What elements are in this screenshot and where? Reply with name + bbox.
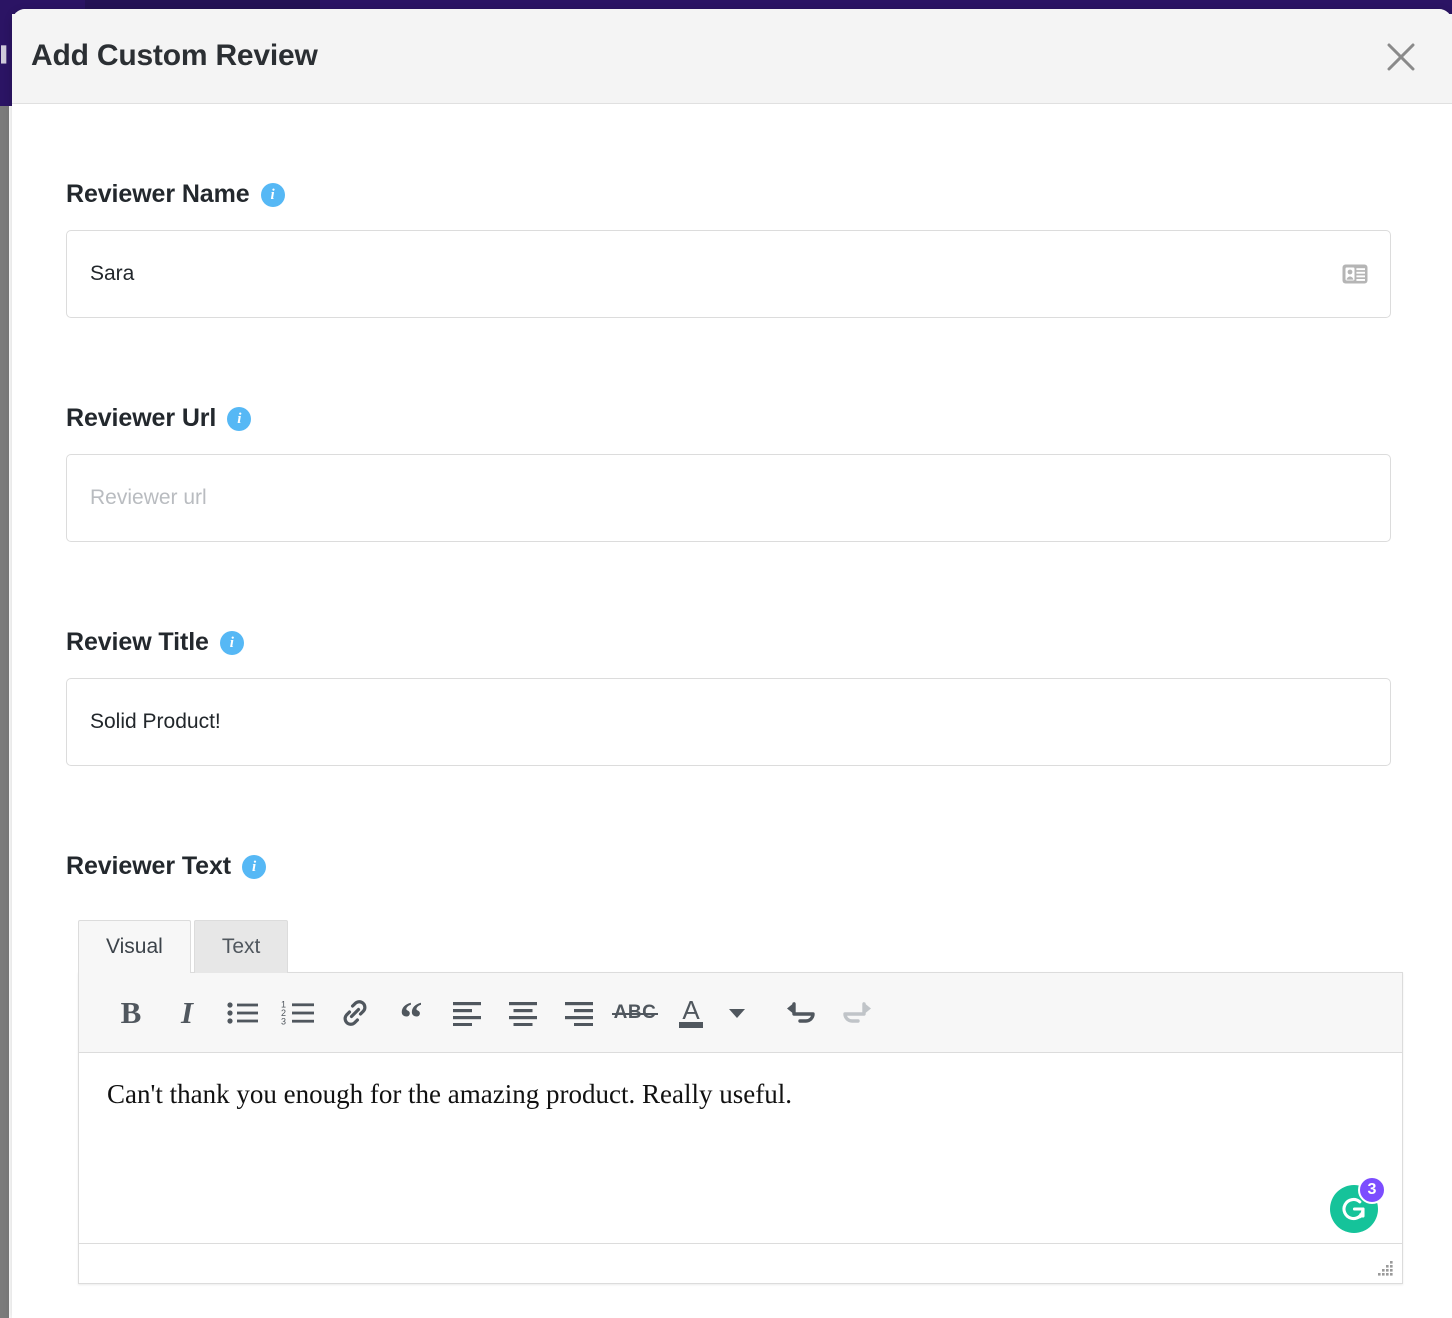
page-title: Add Custom Review	[31, 39, 318, 72]
editor-tab-list: Visual Text	[78, 917, 1403, 973]
undo-icon[interactable]	[773, 985, 829, 1041]
reviewer-name-label: Reviewer Name	[66, 180, 250, 208]
bold-icon[interactable]: B	[103, 985, 159, 1041]
info-icon[interactable]: i	[260, 182, 285, 207]
close-icon[interactable]	[1383, 39, 1419, 75]
align-center-icon[interactable]	[495, 985, 551, 1041]
editor-box: B I 1 2 3 “ ABC A Can't thank you enough…	[78, 972, 1403, 1284]
reviewer-url-input[interactable]: Reviewer url	[66, 454, 1391, 542]
bold-glyph: B	[120, 994, 142, 1030]
contact-card-icon[interactable]	[1341, 260, 1369, 288]
field-label: Reviewer Url i	[66, 404, 1391, 433]
review-title-value: Solid Product!	[90, 710, 221, 733]
modal-body: Reviewer Name i Sara Reviewer Url i Revi…	[12, 104, 1452, 1317]
review-title-label: Review Title	[66, 628, 209, 656]
editor-status-bar	[79, 1243, 1402, 1283]
reviewer-name-value: Sara	[90, 262, 135, 285]
redo-icon[interactable]	[829, 985, 885, 1041]
admin-sidebar-rail	[0, 106, 9, 1318]
field-label: Review Title i	[66, 628, 1391, 657]
screen: ▌ Add Custom Review Reviewer Name i Sara…	[0, 0, 1452, 1318]
resize-handle[interactable]	[1373, 1260, 1395, 1278]
field-label: Reviewer Name i	[66, 180, 1391, 209]
grammarly-button[interactable]: 3	[1330, 1176, 1386, 1233]
reviewer-url-label: Reviewer Url	[66, 404, 217, 432]
editor-toolbar: B I 1 2 3 “ ABC A	[79, 973, 1402, 1053]
field-label: Reviewer Text i	[66, 852, 1391, 881]
add-custom-review-modal: Add Custom Review Reviewer Name i Sara R…	[12, 9, 1452, 1318]
strikethrough-glyph: ABC	[611, 1001, 658, 1023]
review-title-input[interactable]: Solid Product!	[66, 678, 1391, 766]
info-icon[interactable]: i	[219, 630, 244, 655]
field-reviewer-text: Reviewer Text i	[66, 852, 1391, 881]
reviewer-text-label: Reviewer Text	[66, 852, 231, 880]
italic-glyph: I	[180, 994, 194, 1030]
field-reviewer-name: Reviewer Name i Sara	[66, 180, 1391, 318]
modal-header: Add Custom Review	[12, 9, 1452, 104]
strikethrough-icon[interactable]: ABC	[607, 985, 663, 1041]
sidebar-menu-glyph: ▌	[1, 46, 12, 63]
text-color-icon[interactable]: A	[663, 985, 719, 1041]
info-icon[interactable]: i	[241, 854, 266, 879]
align-right-icon[interactable]	[551, 985, 607, 1041]
link-icon[interactable]	[327, 985, 383, 1041]
field-reviewer-url: Reviewer Url i Reviewer url	[66, 404, 1391, 542]
reviewer-name-input[interactable]: Sara	[66, 230, 1391, 318]
field-review-title: Review Title i Solid Product!	[66, 628, 1391, 766]
svg-text:A: A	[682, 995, 700, 1025]
svg-text:3: 3	[281, 1016, 286, 1026]
italic-icon[interactable]: I	[159, 985, 215, 1041]
bulleted-list-icon[interactable]	[215, 985, 271, 1041]
blockquote-icon[interactable]: “	[383, 985, 439, 1041]
info-icon[interactable]: i	[227, 406, 252, 431]
rich-text-editor: Visual Text B I 1 2 3 “ ABC A Can't than…	[78, 917, 1403, 1284]
editor-paragraph: Can't thank you enough for the amazing p…	[107, 1079, 792, 1109]
tab-text[interactable]: Text	[193, 920, 289, 973]
chevron-down-icon[interactable]	[719, 985, 755, 1041]
align-left-icon[interactable]	[439, 985, 495, 1041]
editor-content-area[interactable]: Can't thank you enough for the amazing p…	[79, 1053, 1402, 1243]
reviewer-url-placeholder: Reviewer url	[90, 486, 207, 509]
numbered-list-icon[interactable]: 1 2 3	[271, 985, 327, 1041]
tab-visual[interactable]: Visual	[78, 920, 191, 973]
grammarly-count-badge: 3	[1358, 1176, 1386, 1204]
